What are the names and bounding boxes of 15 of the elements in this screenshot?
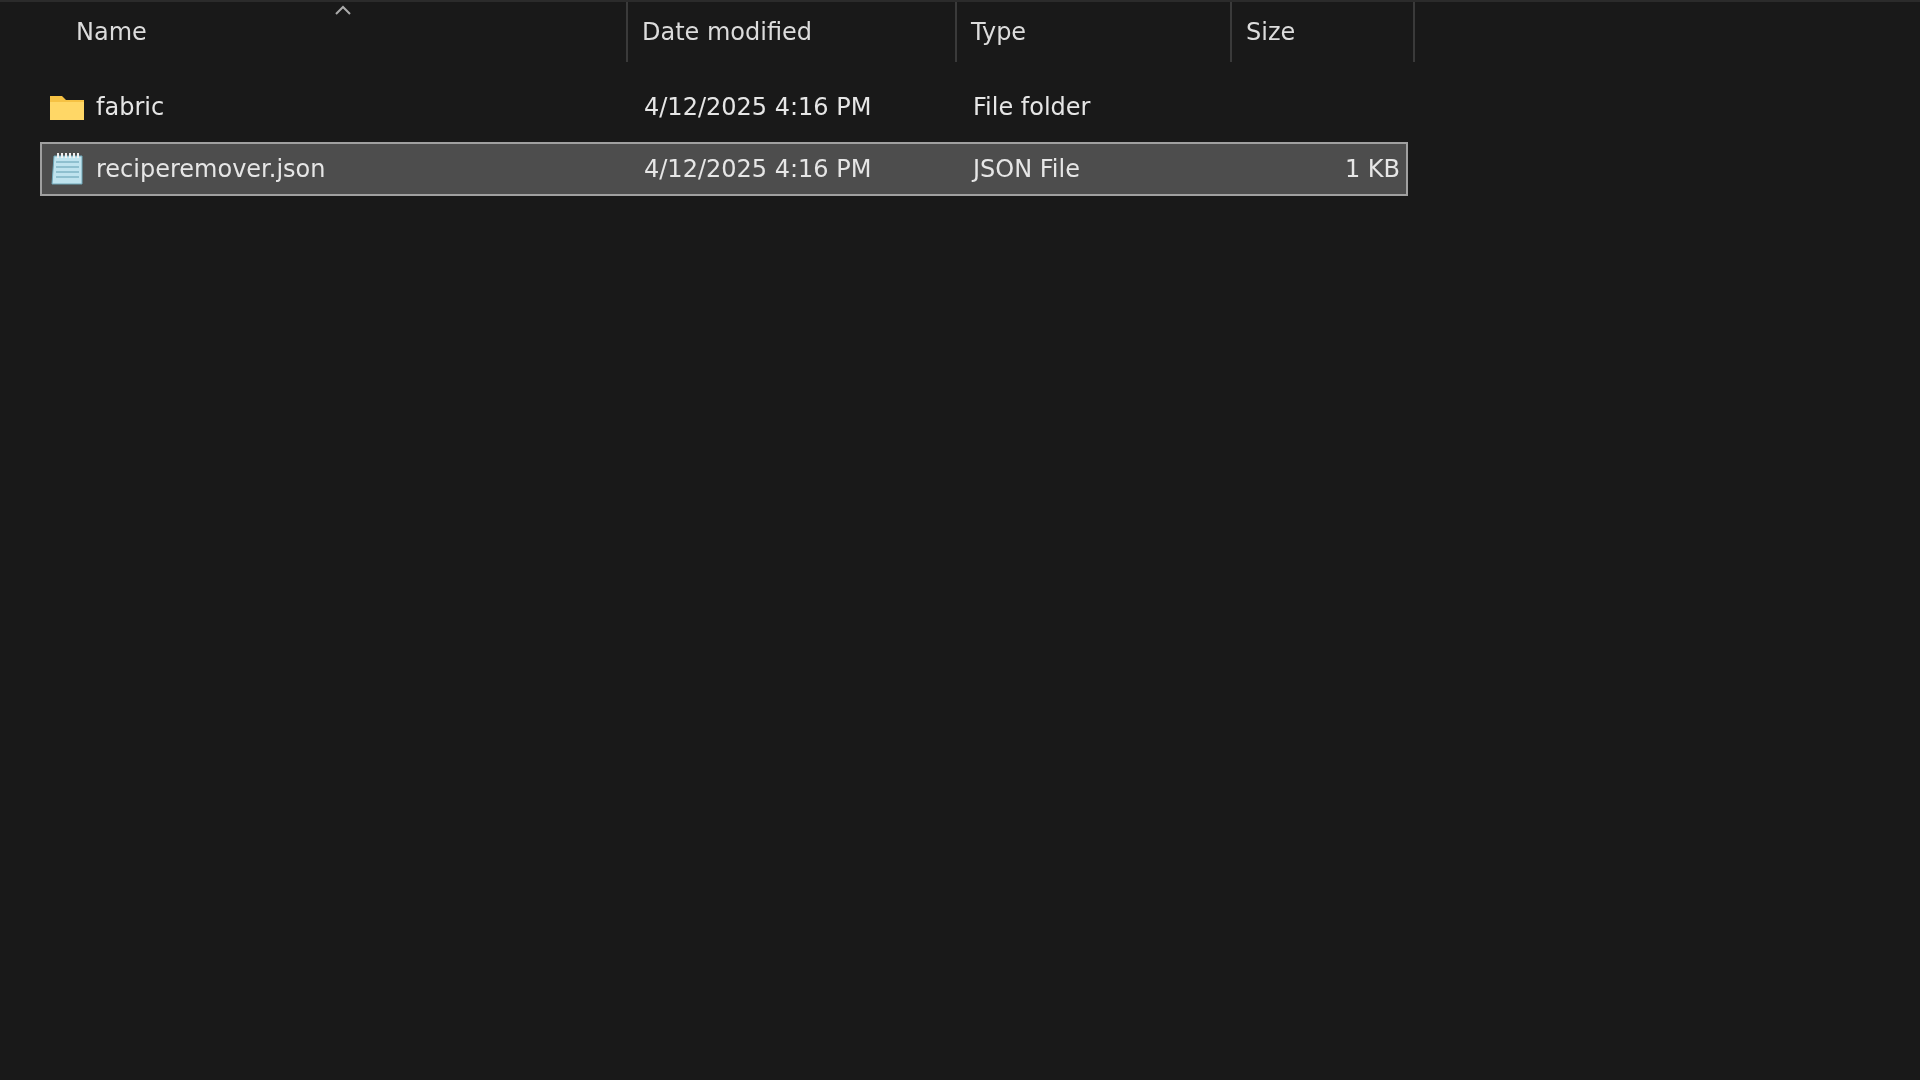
column-header[interactable]: Size (1232, 2, 1415, 62)
date-modified: 4/12/2025 4:16 PM (644, 155, 872, 183)
file-type: JSON File (973, 155, 1080, 183)
date-modified: 4/12/2025 4:16 PM (644, 93, 872, 121)
notepad-file-icon (48, 152, 86, 186)
column-header[interactable]: Name (0, 2, 628, 62)
sort-caret-icon (333, 4, 353, 16)
column-header[interactable]: Date modified (628, 2, 957, 62)
column-header[interactable]: Type (957, 2, 1232, 62)
file-name: fabric (96, 93, 165, 121)
file-row[interactable]: fabric 4/12/2025 4:16 PM File folder (40, 80, 1408, 134)
file-name: reciperemover.json (96, 155, 326, 183)
file-size: 1 KB (1344, 155, 1400, 183)
file-row[interactable]: reciperemover.json 4/12/2025 4:16 PM JSON File 1 KB (40, 142, 1408, 196)
file-type: File folder (973, 93, 1091, 121)
